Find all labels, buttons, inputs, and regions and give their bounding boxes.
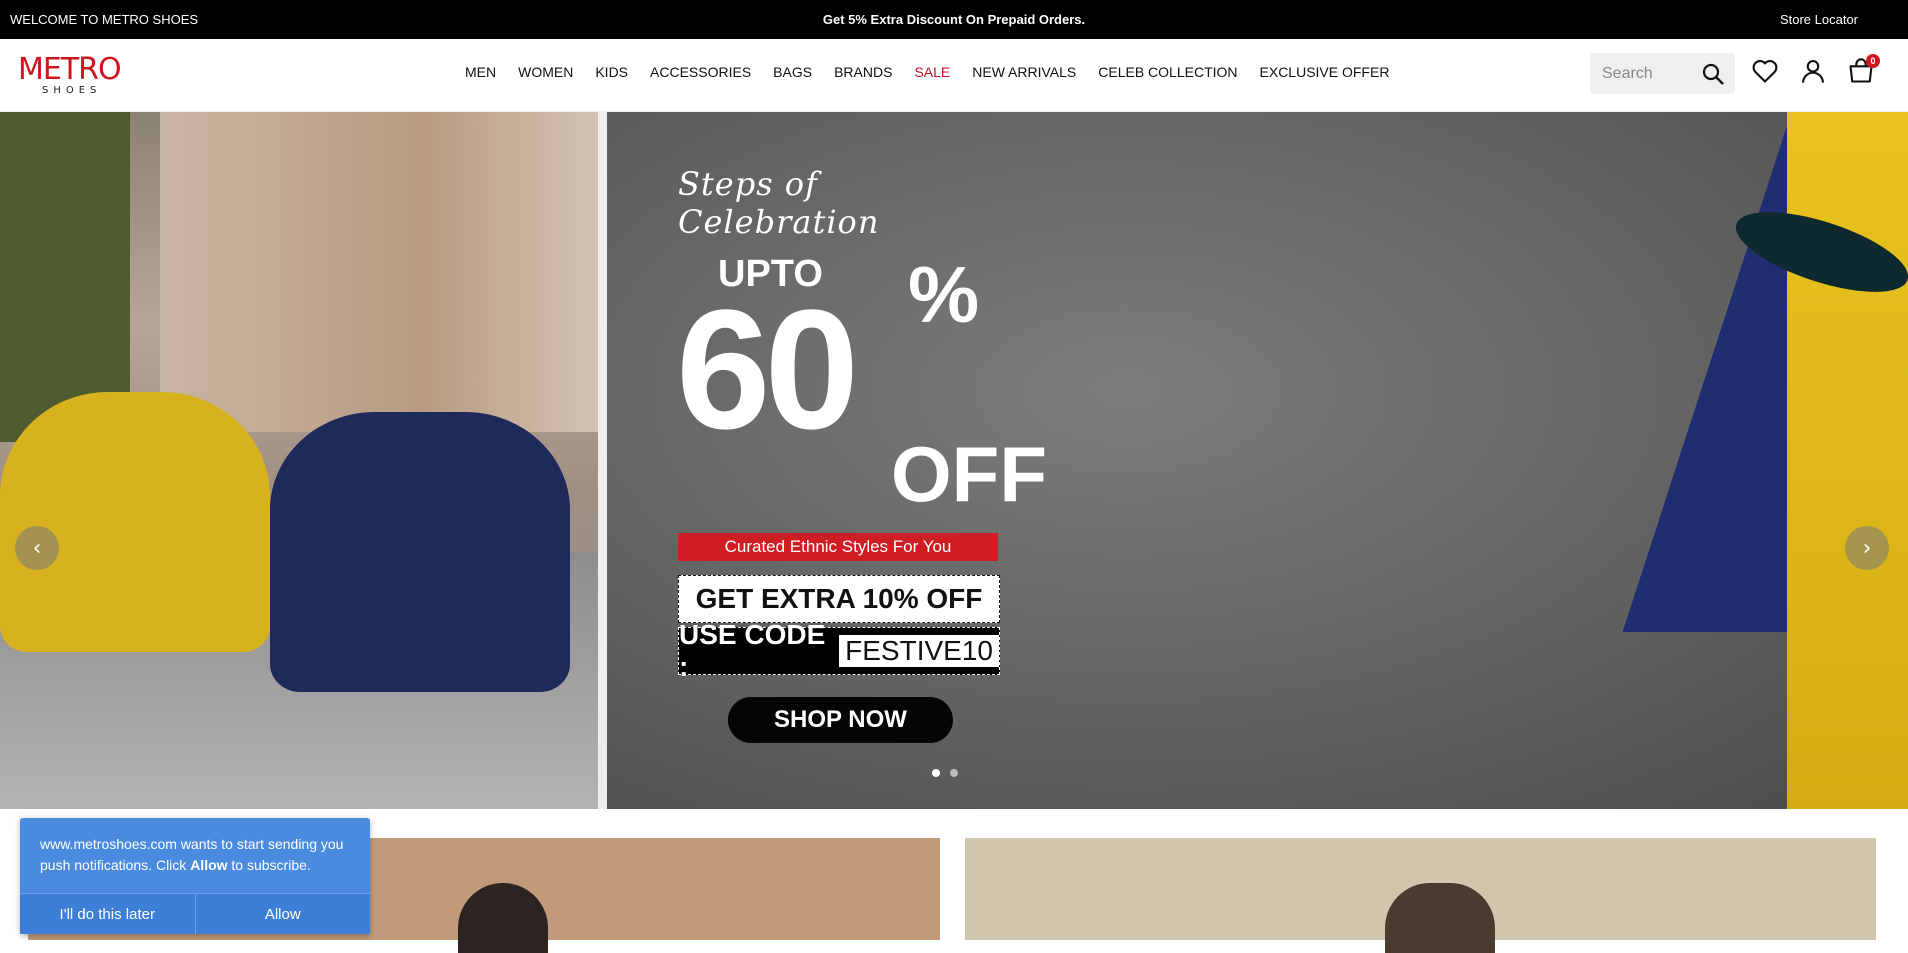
hero-off: OFF (891, 430, 1047, 518)
heart-icon[interactable] (1751, 57, 1779, 85)
slide-dot-1[interactable] (932, 769, 940, 777)
announcement-bar: WELCOME TO METRO SHOES Get 5% Extra Disc… (0, 0, 1908, 39)
chevron-left-icon[interactable]: ‹ (15, 526, 59, 570)
slider-dots (932, 769, 958, 777)
nav-item-exclusive-offer[interactable]: EXCLUSIVE OFFER (1260, 64, 1390, 80)
shop-now-button[interactable]: SHOP NOW (728, 697, 953, 743)
hero-percent: % (908, 250, 980, 339)
cart-count-badge: 0 (1866, 54, 1880, 68)
nav-item-brands[interactable]: BRANDS (834, 64, 892, 80)
hero-curated-tag: Curated Ethnic Styles For You (678, 533, 998, 561)
later-button[interactable]: I'll do this later (20, 894, 196, 934)
main-nav: MEN WOMEN KIDS ACCESSORIES BAGS BRANDS S… (465, 64, 1411, 80)
hero-discount-number: 60 (676, 275, 859, 465)
site-header: METRO SHOES MEN WOMEN KIDS ACCESSORIES B… (0, 39, 1908, 112)
coupon-code-value: FESTIVE10 (839, 635, 999, 667)
nav-item-celeb-collection[interactable]: CELEB COLLECTION (1098, 64, 1237, 80)
chevron-right-icon[interactable]: › (1845, 526, 1889, 570)
nav-item-new-arrivals[interactable]: NEW ARRIVALS (972, 64, 1076, 80)
nav-item-bags[interactable]: BAGS (773, 64, 812, 80)
promo-text: Get 5% Extra Discount On Prepaid Orders. (822, 12, 1086, 27)
hero-coupon-code: USE CODE : FESTIVE10 (678, 619, 1000, 682)
search-icon[interactable] (1701, 62, 1725, 86)
logo-wordmark: METRO (18, 52, 122, 87)
slide-dot-2[interactable] (950, 769, 958, 777)
allow-button[interactable]: Allow (195, 894, 370, 934)
hero-couple-image (0, 112, 600, 809)
hero-extra-offer: GET EXTRA 10% OFF (678, 575, 1000, 623)
nav-item-men[interactable]: MEN (465, 64, 496, 80)
cart-icon[interactable]: 0 (1847, 54, 1880, 85)
hero-script-title: Steps of Celebration (678, 165, 880, 241)
use-code-label: USE CODE : (679, 619, 826, 682)
search-box (1590, 53, 1735, 94)
store-locator-link[interactable]: Store Locator (1780, 12, 1858, 27)
nav-item-women[interactable]: WOMEN (518, 64, 573, 80)
push-notification-prompt: www.metroshoes.com wants to start sendin… (20, 818, 370, 934)
notification-message: www.metroshoes.com wants to start sendin… (40, 836, 344, 873)
nav-item-accessories[interactable]: ACCESSORIES (650, 64, 751, 80)
category-banner-women[interactable] (965, 838, 1876, 953)
search-input[interactable] (1602, 64, 1702, 84)
nav-item-sale[interactable]: SALE (914, 64, 950, 80)
hero-promo: Steps of Celebration UPTO 60 % OFF (676, 165, 1047, 513)
metro-shoes-logo[interactable]: METRO SHOES (18, 55, 124, 99)
nav-item-kids[interactable]: KIDS (595, 64, 628, 80)
user-icon[interactable] (1799, 57, 1827, 85)
